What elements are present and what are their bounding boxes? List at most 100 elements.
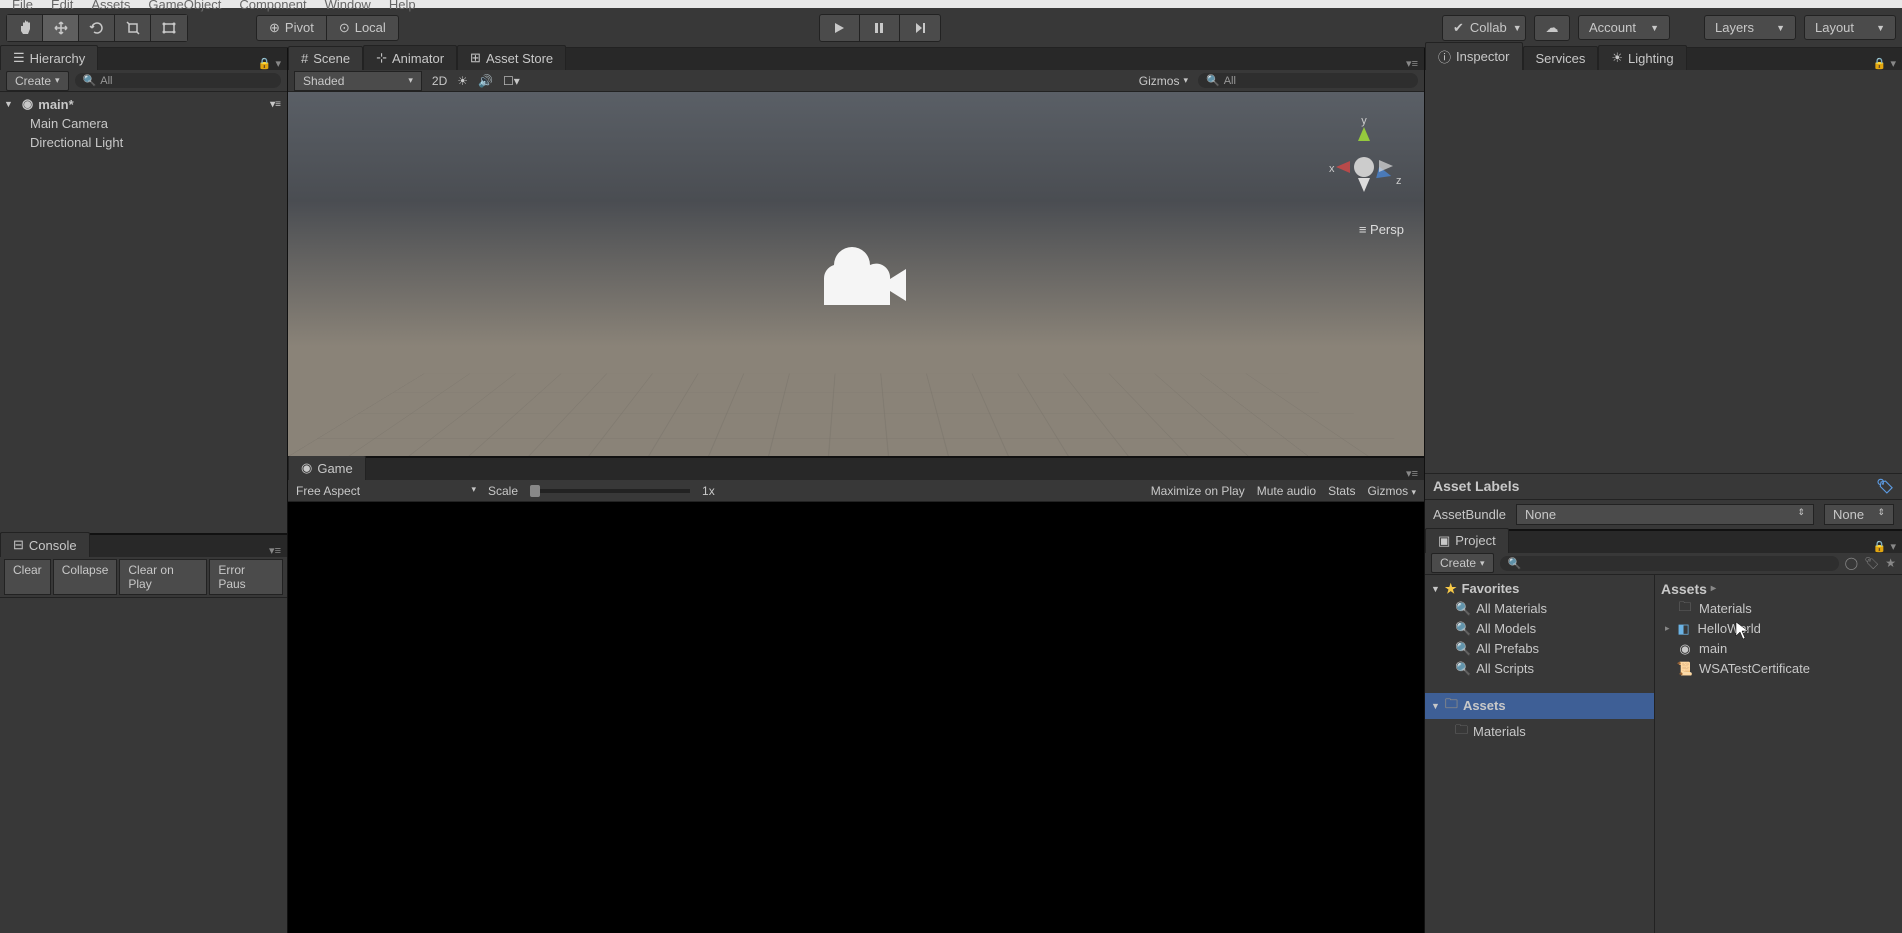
scene-extras-icon[interactable]: ▾≡ (270, 99, 281, 110)
scene-search[interactable]: 🔍 All (1198, 73, 1418, 88)
clear-on-play-button[interactable]: Clear on Play (119, 559, 207, 595)
menu-assets[interactable]: Assets (91, 0, 130, 12)
project-toolbar: Create ▾ 🔍 ◯ 🏷 ★ (1425, 553, 1902, 575)
hierarchy-tab[interactable]: ☰ Hierarchy (0, 45, 98, 70)
panel-menu-icon[interactable]: ▾≡ (1406, 57, 1418, 70)
panel-menu-icon[interactable]: ▾≡ (1406, 467, 1418, 480)
filter-type-icon[interactable]: ◯ (1845, 556, 1858, 570)
maximize-toggle[interactable]: Maximize on Play (1151, 484, 1245, 498)
menu-window[interactable]: Window (325, 0, 371, 12)
fav-all-prefabs[interactable]: 🔍 All Prefabs (1425, 639, 1654, 659)
clear-button[interactable]: Clear (4, 559, 51, 595)
hierarchy-item-light[interactable]: Directional Light (0, 133, 287, 152)
hierarchy-tree[interactable]: ◉ main* ▾≡ Main Camera Directional Light (0, 92, 287, 533)
step-button[interactable] (900, 15, 940, 41)
asset-certificate[interactable]: 📜 WSATestCertificate (1661, 659, 1896, 679)
project-search[interactable]: 🔍 (1500, 556, 1839, 571)
menu-help[interactable]: Help (389, 0, 416, 12)
assets-root[interactable]: ▼ 🗀 Assets (1425, 693, 1654, 719)
menu-component[interactable]: Component (239, 0, 306, 12)
collab-dropdown[interactable]: ✔ Collab ▼ (1442, 15, 1526, 41)
filter-label-icon[interactable]: 🏷 (1864, 556, 1879, 570)
hierarchy-search[interactable]: 🔍 All (75, 73, 281, 88)
console-tab[interactable]: ⊟ Console (0, 532, 90, 557)
panel-menu-icon[interactable]: ▾≡ (269, 544, 281, 557)
rotate-tool[interactable] (79, 15, 115, 41)
scene-view[interactable]: y x z ≡ Persp (288, 92, 1424, 456)
stats-toggle[interactable]: Stats (1328, 484, 1355, 498)
hierarchy-item-camera[interactable]: Main Camera (0, 114, 287, 133)
local-toggle[interactable]: ⊙ Local (327, 16, 398, 40)
scene-tab[interactable]: # Scene (288, 46, 363, 70)
fx-toggle[interactable]: ☐▾ (503, 74, 520, 88)
layers-dropdown[interactable]: Layers ▼ (1704, 15, 1796, 40)
collapse-button[interactable]: Collapse (53, 559, 118, 595)
scale-tool[interactable] (115, 15, 151, 41)
slider-handle[interactable] (530, 485, 540, 497)
panel-menu-icon[interactable]: ▾ (1890, 540, 1896, 553)
fav-all-materials[interactable]: 🔍 All Materials (1425, 599, 1654, 619)
gizmos-dropdown[interactable]: Gizmos ▾ (1367, 484, 1416, 498)
services-tab[interactable]: Services (1523, 46, 1599, 70)
pivot-toggle[interactable]: ⊕ Pivot (257, 16, 327, 40)
lock-icon[interactable]: 🔒 (1873, 57, 1887, 70)
animator-tab[interactable]: ⊹ Animator (363, 45, 457, 70)
project-tree[interactable]: ▼ ★ Favorites 🔍 All Materials 🔍 All Mode… (1425, 575, 1655, 933)
move-tool[interactable] (43, 15, 79, 41)
panel-menu-icon[interactable]: ▾ (1890, 57, 1896, 70)
error-pause-button[interactable]: Error Paus (209, 559, 283, 595)
chevron-down-icon: ▾ (1480, 558, 1485, 569)
aspect-dropdown[interactable]: Free Aspect ▾ (296, 484, 476, 498)
asset-helloworld[interactable]: ▸ ◧ HelloWorld (1661, 619, 1896, 639)
fav-all-models[interactable]: 🔍 All Models (1425, 619, 1654, 639)
audio-toggle[interactable]: 🔊 (478, 74, 493, 88)
inspector-tab[interactable]: ⓘ Inspector (1425, 42, 1523, 70)
game-tab[interactable]: ◉ Game (288, 455, 366, 480)
shading-dropdown[interactable]: Shaded ▾ (294, 71, 422, 91)
gizmo-center (1354, 157, 1374, 177)
assets-materials-folder[interactable]: 🗀 Materials (1425, 719, 1654, 745)
light-toggle[interactable]: ☀ (457, 74, 468, 88)
expand-icon[interactable]: ▸ (1665, 623, 1670, 634)
project-create-button[interactable]: Create ▾ (1431, 553, 1494, 573)
hierarchy-create-button[interactable]: Create ▾ (6, 71, 69, 91)
game-view[interactable] (288, 502, 1424, 933)
asset-store-tab[interactable]: ⊞ Asset Store (457, 45, 566, 70)
asset-main-scene[interactable]: ◉ main (1661, 639, 1896, 659)
menu-file[interactable]: File (12, 0, 33, 12)
menu-bar[interactable]: File Edit Assets GameObject Component Wi… (0, 0, 1902, 8)
tag-icon[interactable]: 🏷 (1876, 478, 1894, 495)
cloud-button[interactable]: ☁ (1534, 15, 1570, 41)
2d-toggle[interactable]: 2D (432, 74, 447, 88)
orientation-gizmo[interactable]: y x z (1324, 112, 1404, 212)
save-search-icon[interactable]: ★ (1885, 556, 1896, 570)
pause-button[interactable] (860, 15, 900, 41)
fav-all-scripts[interactable]: 🔍 All Scripts (1425, 659, 1654, 679)
scene-root[interactable]: ◉ main* ▾≡ (0, 94, 287, 114)
breadcrumb[interactable]: Assets ▸ (1661, 579, 1896, 599)
bundle-dropdown[interactable]: None ⇕ (1516, 504, 1814, 525)
bundle-variant-dropdown[interactable]: None ⇕ (1824, 504, 1894, 525)
account-dropdown[interactable]: Account ▼ (1578, 15, 1670, 40)
project-tab[interactable]: ▣ Project (1425, 528, 1509, 553)
layout-dropdown[interactable]: Layout ▼ (1804, 15, 1896, 40)
play-button[interactable] (820, 15, 860, 41)
console-panel: ⊟ Console ▾≡ Clear Collapse Clear on Pla… (0, 533, 287, 933)
panel-menu-icon[interactable]: ▾ (275, 57, 281, 70)
lighting-tab[interactable]: ☀ Lighting (1598, 45, 1686, 70)
hand-tool[interactable] (7, 15, 43, 41)
layers-label: Layers (1715, 20, 1754, 35)
lock-icon[interactable]: 🔒 (1873, 540, 1887, 553)
favorites-header[interactable]: ▼ ★ Favorites (1425, 579, 1654, 599)
menu-edit[interactable]: Edit (51, 0, 73, 12)
persp-label[interactable]: ≡ Persp (1359, 222, 1404, 237)
rect-tool[interactable] (151, 15, 187, 41)
camera-gizmo-icon[interactable] (799, 245, 909, 325)
asset-materials[interactable]: 🗀 Materials (1661, 599, 1896, 619)
scale-slider[interactable] (530, 489, 690, 493)
project-content[interactable]: Assets ▸ 🗀 Materials ▸ ◧ HelloWorld ◉ (1655, 575, 1902, 933)
gizmos-dropdown[interactable]: Gizmos ▾ (1139, 74, 1188, 88)
lock-icon[interactable]: 🔒 (258, 57, 272, 70)
mute-toggle[interactable]: Mute audio (1257, 484, 1316, 498)
menu-gameobject[interactable]: GameObject (148, 0, 221, 12)
